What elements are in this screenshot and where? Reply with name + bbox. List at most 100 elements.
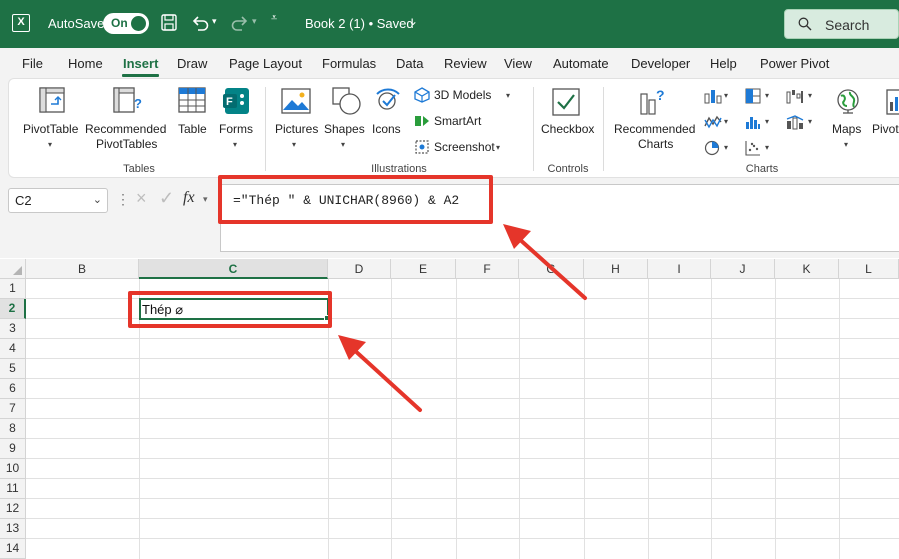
select-all-button[interactable] [0,259,26,279]
recommended-pivottables-label-1: Recommended [85,122,167,136]
ribbon-panel: PivotTable ▾ ? Recommended PivotTables T… [8,78,899,178]
chevron-down-icon: ▾ [844,140,849,149]
column-header-l[interactable]: L [839,259,899,279]
gridline [26,358,899,359]
svg-text:?: ? [134,96,142,111]
tab-file[interactable]: File [22,56,43,71]
row-header-5[interactable]: 5 [0,359,26,379]
row-header-8[interactable]: 8 [0,419,26,439]
insert-function-icon[interactable]: fx [183,189,195,207]
column-header-b[interactable]: B [26,259,139,279]
undo-icon[interactable] [190,13,210,33]
chevron-down-icon: ▾ [765,143,770,152]
pie-chart-icon [704,140,720,156]
gridline [711,279,712,559]
row-header-12[interactable]: 12 [0,499,26,519]
gridline [26,478,899,479]
combo-chart-icon [786,115,804,130]
tab-help[interactable]: Help [710,56,737,71]
toggle-knob [131,16,146,31]
row-header-14[interactable]: 14 [0,539,26,559]
ribbon: PivotTable ▾ ? Recommended PivotTables T… [0,78,899,180]
redo-dropdown-icon[interactable]: ▾ [252,16,257,27]
chevron-down-icon: ▾ [233,140,238,149]
row-header-1[interactable]: 1 [0,279,26,299]
customize-toolbar-icon[interactable]: ⩡ [271,12,277,25]
gridline [775,279,776,559]
group-separator [265,87,266,171]
tab-formulas[interactable]: Formulas [322,56,376,71]
column-header-c[interactable]: C [139,259,328,279]
row-header-13[interactable]: 13 [0,519,26,539]
formula-text: ="Thép " & UNICHAR(8960) & A2 [233,193,460,208]
recommended-charts-icon: ? [640,87,665,115]
redo-icon[interactable] [230,13,250,33]
chevron-down-icon[interactable]: ⌄ [93,193,102,206]
worksheet-grid[interactable]: B C D E F G H I J K L 1 2 3 4 5 6 7 8 9 … [0,259,899,559]
row-header-2[interactable]: 2 [0,299,26,319]
column-header-j[interactable]: J [711,259,775,279]
ribbon-tabs: File Home Insert Draw Page Layout Formul… [0,48,899,78]
row-header-3[interactable]: 3 [0,319,26,339]
pictures-label: Pictures [275,122,319,136]
chevron-down-icon[interactable]: ▾ [203,194,208,205]
search-label: Search [825,17,870,33]
group-label-tables: Tables [123,163,155,175]
screenshot-icon [415,140,429,154]
title-bar: X AutoSave On ▾ ▾ ⩡ Book 2 (1) • Saved ⌄ [0,0,899,48]
group-label-controls: Controls [547,163,589,175]
recommended-charts-label-2: Charts [638,137,674,151]
checkbox-label: Checkbox [541,122,595,136]
row-header-10[interactable]: 10 [0,459,26,479]
more-options-icon[interactable]: ⋮ [116,191,130,208]
save-icon[interactable] [161,14,177,31]
column-header-i[interactable]: I [648,259,711,279]
fill-handle[interactable] [324,315,330,321]
row-header-4[interactable]: 4 [0,339,26,359]
pivotchart-label: Pivot [872,122,899,136]
name-box-value: C2 [15,193,32,208]
tab-data[interactable]: Data [396,56,423,71]
chevron-down-icon: ▾ [724,91,729,100]
smartart-icon [415,116,429,126]
tab-power-pivot[interactable]: Power Pivot [760,56,829,71]
recommended-pivottables-label-2: PivotTables [96,137,158,151]
column-header-d[interactable]: D [328,259,391,279]
tab-page-layout[interactable]: Page Layout [229,56,302,71]
recommended-pivottables-icon: ? [113,87,142,113]
row-header-9[interactable]: 9 [0,439,26,459]
chevron-down-icon[interactable]: ⌄ [408,14,418,28]
tab-automate[interactable]: Automate [553,56,609,71]
autosave-label: AutoSave [48,16,105,31]
gridline [26,438,899,439]
document-title[interactable]: Book 2 (1) • Saved [305,16,414,31]
pivotchart-icon [886,89,899,115]
tab-developer[interactable]: Developer [631,56,690,71]
gridline [584,279,585,559]
enter-check-icon[interactable]: ✓ [159,188,174,209]
undo-dropdown-icon[interactable]: ▾ [212,16,217,27]
column-header-k[interactable]: K [775,259,839,279]
tab-insert[interactable]: Insert [123,56,158,71]
chevron-down-icon: ▾ [724,117,729,126]
group-separator [533,87,534,171]
column-header-f[interactable]: F [456,259,519,279]
row-header-11[interactable]: 11 [0,479,26,499]
row-header-6[interactable]: 6 [0,379,26,399]
row-header-7[interactable]: 7 [0,399,26,419]
group-label-illustrations: Illustrations [371,163,427,175]
tab-draw[interactable]: Draw [177,56,207,71]
cancel-icon[interactable]: × [136,188,147,209]
name-box[interactable]: C2 ⌄ [8,188,108,213]
column-header-h[interactable]: H [584,259,648,279]
tab-review[interactable]: Review [444,56,487,71]
tab-view[interactable]: View [504,56,532,71]
chevron-down-icon: ▾ [48,140,53,149]
tab-home[interactable]: Home [68,56,103,71]
pivottable-label: PivotTable [23,122,79,136]
autosave-toggle[interactable]: On [103,13,149,34]
column-header-g[interactable]: G [519,259,584,279]
column-header-e[interactable]: E [391,259,456,279]
3d-models-icon [414,87,430,103]
search-box[interactable]: Search [784,9,899,39]
